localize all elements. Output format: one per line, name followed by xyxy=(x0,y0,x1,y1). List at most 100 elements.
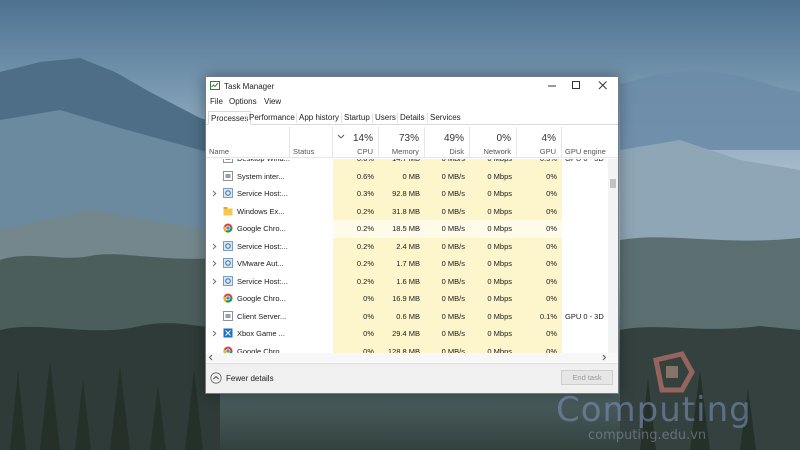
cell-gpu-engine: GPU 0 - 3D xyxy=(565,311,604,321)
task-manager-window: Task Manager File Options View Processes… xyxy=(205,76,619,394)
column-disk[interactable]: 49% Disk xyxy=(425,127,470,158)
window-title: Task Manager xyxy=(224,82,275,91)
column-memory[interactable]: 73% Memory xyxy=(379,127,425,158)
cpu-label: CPU xyxy=(357,147,373,156)
tab-separator xyxy=(296,113,297,123)
title-bar[interactable]: Task Manager xyxy=(206,77,618,94)
cell-cpu: 0% xyxy=(363,311,374,321)
cell-network: 0 Mbps xyxy=(487,159,512,163)
process-name: VMware Aut... xyxy=(237,259,284,268)
column-network[interactable]: 0% Network xyxy=(470,127,517,158)
tab-users[interactable]: Users xyxy=(375,113,396,122)
menu-view[interactable]: View xyxy=(264,97,281,106)
gpu-engine-label: GPU engine xyxy=(565,147,606,156)
tab-processes[interactable]: Processes xyxy=(208,111,252,125)
maximize-button[interactable] xyxy=(564,77,588,94)
cell-disk: 0 MB/s xyxy=(441,311,465,321)
column-status[interactable]: Status xyxy=(290,127,333,158)
cell-memory: 1.6 MB xyxy=(396,276,420,286)
cell-network: 0 Mbps xyxy=(487,329,512,338)
expand-chevron-icon[interactable] xyxy=(212,190,217,197)
folder-icon xyxy=(223,206,233,215)
process-name: Client Server... xyxy=(237,311,287,321)
close-icon xyxy=(598,81,607,90)
tab-performance[interactable]: Performance xyxy=(249,113,295,122)
table-row[interactable]: System inter... 0.6% 0 MB 0 MB/s 0 Mbps 0% xyxy=(206,168,608,186)
cell-network: 0 Mbps xyxy=(487,294,512,303)
cell-cpu: 0% xyxy=(363,294,374,303)
menu-options[interactable]: Options xyxy=(229,97,257,106)
gpu-label: GPU xyxy=(539,147,556,156)
expand-chevron-icon[interactable] xyxy=(212,278,217,285)
expand-chevron-icon[interactable] xyxy=(212,260,217,267)
maximize-icon xyxy=(572,81,580,89)
cell-memory: 1.7 MB xyxy=(396,259,420,268)
column-gpu[interactable]: 4% GPU xyxy=(517,127,562,158)
expand-chevron-icon[interactable] xyxy=(212,243,217,250)
fewer-details-link[interactable]: Fewer details xyxy=(226,374,274,383)
cell-network: 0 Mbps xyxy=(487,189,512,198)
close-button[interactable] xyxy=(591,77,615,94)
process-name: Service Host:... xyxy=(237,189,288,198)
column-status-label: Status xyxy=(293,147,315,156)
cell-disk: 0 MB/s xyxy=(441,224,465,233)
table-row[interactable]: Service Host:... 0.2% 2.4 MB 0 MB/s 0 Mbps 0% xyxy=(206,238,608,256)
scroll-left-icon[interactable] xyxy=(208,354,214,361)
process-name: System inter... xyxy=(237,171,285,181)
table-row[interactable]: Desktop Wind... 0.6% 14.7 MB 0 MB/s 0 Mbps 0.… xyxy=(206,159,608,168)
column-header: Name Status 14% CPU 73% Memory 49% Disk … xyxy=(206,127,618,158)
cell-gpu: 0% xyxy=(546,189,557,198)
vertical-scrollbar[interactable] xyxy=(608,159,618,355)
xbox-icon xyxy=(223,328,233,338)
tab-details[interactable]: Details xyxy=(400,113,424,122)
column-cpu[interactable]: 14% CPU xyxy=(333,127,379,158)
cell-network: 0 Mbps xyxy=(487,206,512,216)
system-process-icon xyxy=(223,159,233,163)
column-gpu-engine[interactable]: GPU engine xyxy=(562,127,608,158)
tab-services[interactable]: Services xyxy=(430,113,461,122)
tab-startup[interactable]: Startup xyxy=(344,113,370,122)
brand-logo-icon xyxy=(653,351,695,393)
process-name: Service Host:... xyxy=(237,241,288,251)
system-process-icon xyxy=(223,170,233,181)
table-row[interactable]: VMware Aut... 0.2% 1.7 MB 0 MB/s 0 Mbps 0% xyxy=(206,255,608,273)
process-name: Desktop Wind... xyxy=(237,159,293,163)
gpu-percent: 4% xyxy=(541,133,556,144)
watermark-brand: Computing xyxy=(556,390,752,430)
cell-cpu: 0.6% xyxy=(357,159,374,163)
table-row[interactable]: Client Server... 0% 0.6 MB 0 MB/s 0 Mbps 0.1%… xyxy=(206,308,608,326)
process-name: Xbox Game ... xyxy=(237,329,285,338)
cell-memory: 0.6 MB xyxy=(396,311,420,321)
cell-memory: 18.5 MB xyxy=(392,224,420,233)
cell-disk: 0 MB/s xyxy=(441,241,465,251)
table-row[interactable]: Service Host:... 0.3% 92.8 MB 0 MB/s 0 Mbps 0… xyxy=(206,185,608,203)
tab-separator xyxy=(397,113,398,123)
scrollbar-thumb[interactable] xyxy=(610,179,616,188)
service-host-icon xyxy=(223,240,233,251)
column-name[interactable]: Name xyxy=(206,127,290,158)
cell-disk: 0 MB/s xyxy=(441,329,465,338)
table-row[interactable]: Service Host:... 0.2% 1.6 MB 0 MB/s 0 Mbps 0% xyxy=(206,273,608,291)
cell-gpu: 0% xyxy=(546,206,557,216)
menu-file[interactable]: File xyxy=(210,97,223,106)
table-row[interactable]: Google Chro... 0.2% 18.5 MB 0 MB/s 0 Mbps 0% xyxy=(206,220,608,238)
cell-cpu: 0.2% xyxy=(356,206,374,216)
table-row[interactable]: Xbox Game ... 0% 29.4 MB 0 MB/s 0 Mbps 0% xyxy=(206,325,608,343)
watermark: Computing computing.edu.vn xyxy=(548,348,798,448)
service-host-icon xyxy=(223,275,233,286)
table-row[interactable]: Google Chro... 0% 16.9 MB 0 MB/s 0 Mbps 0% xyxy=(206,290,608,308)
disk-percent: 49% xyxy=(443,133,464,144)
fewer-details-icon[interactable] xyxy=(210,372,222,384)
cell-gpu: 0% xyxy=(546,241,557,251)
expand-chevron-icon[interactable] xyxy=(212,330,217,337)
system-process-icon xyxy=(223,310,233,321)
cell-gpu: 0% xyxy=(546,171,557,181)
cell-memory: 0 MB xyxy=(402,171,420,181)
cell-memory: 2.4 MB xyxy=(396,241,420,251)
process-name: Windows Ex... xyxy=(237,206,285,216)
cell-memory: 14.7 MB xyxy=(392,159,420,163)
network-percent: 0% xyxy=(496,133,511,144)
minimize-button[interactable] xyxy=(540,77,564,94)
table-row[interactable]: Windows Ex... 0.2% 31.8 MB 0 MB/s 0 Mbps 0% xyxy=(206,203,608,221)
tab-app-history[interactable]: App history xyxy=(299,113,339,122)
